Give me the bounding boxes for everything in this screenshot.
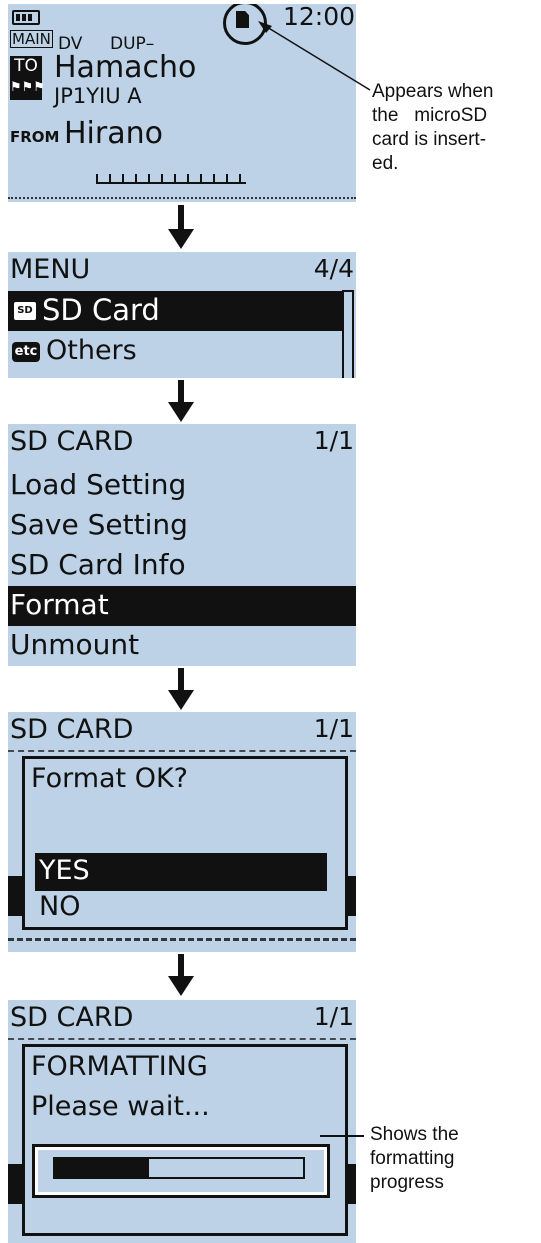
option-label: YES bbox=[39, 855, 90, 886]
menu-item-sd-card[interactable]: SD SD Card bbox=[8, 291, 342, 331]
menu-item-label: SD Card bbox=[42, 293, 160, 327]
menu-item-label: Load Setting bbox=[10, 468, 187, 501]
menu-item-unmount[interactable]: Unmount bbox=[8, 626, 356, 666]
sd-card-icon: SD bbox=[14, 302, 36, 320]
callout-line: card is insert- bbox=[372, 129, 487, 150]
screen-title: SD CARD bbox=[10, 714, 134, 745]
confirm-dialog: Format OK? YES NO bbox=[22, 756, 348, 930]
callout-pointer-top bbox=[258, 21, 371, 91]
screen-page: 1/1 bbox=[313, 426, 354, 455]
please-wait-label: Please wait... bbox=[31, 1091, 210, 1122]
screen-title: SD CARD bbox=[10, 1002, 134, 1033]
yes-option[interactable]: YES bbox=[35, 853, 327, 891]
menu-item-format[interactable]: Format bbox=[8, 586, 356, 626]
to-badge: TO bbox=[10, 56, 42, 76]
s-meter-scale bbox=[96, 174, 246, 184]
main-tag: MAIN bbox=[10, 30, 53, 48]
screen-page: 1/1 bbox=[313, 1002, 354, 1031]
menu-screen: MENU 4/4 SD SD Card etc Others bbox=[8, 252, 356, 378]
no-option[interactable]: NO bbox=[35, 891, 327, 925]
format-confirm-screen: SD CARD 1/1 Format OK? YES NO bbox=[8, 712, 356, 952]
formatting-label: FORMATTING bbox=[31, 1051, 208, 1082]
sd-card-menu-screen: SD CARD 1/1 Load Setting Save Setting SD… bbox=[8, 424, 356, 666]
to-callsign: JP1YIU A bbox=[54, 84, 142, 108]
callout-line: progress bbox=[370, 1172, 444, 1193]
option-label: NO bbox=[39, 891, 81, 922]
menu-page: 4/4 bbox=[313, 254, 354, 283]
menu-item-label: Save Setting bbox=[10, 508, 188, 541]
menu-title: MENU bbox=[10, 254, 91, 285]
to-name: Hamacho bbox=[54, 50, 197, 85]
formatting-screen: SD CARD 1/1 FORMATTING Please wait... bbox=[8, 1000, 356, 1243]
callout-line: Shows the bbox=[370, 1124, 459, 1145]
callout-line: Appears when bbox=[372, 81, 494, 102]
callout-progress: Shows the formatting progress bbox=[370, 1123, 540, 1195]
scrollbar[interactable] bbox=[342, 290, 354, 378]
callout-pointer-bottom bbox=[320, 1135, 364, 1137]
callout-line: ed. bbox=[372, 153, 399, 174]
battery-icon bbox=[12, 10, 40, 25]
menu-item-label: Others bbox=[46, 335, 137, 366]
progress-bar bbox=[53, 1157, 305, 1179]
dialog-title: Format OK? bbox=[31, 763, 189, 794]
screen-edge bbox=[8, 197, 356, 199]
callout-line: the microSD bbox=[372, 105, 488, 126]
callout-sd-appears: Appears when the microSD card is insert-… bbox=[372, 80, 541, 176]
from-label: FROM bbox=[10, 128, 60, 146]
menu-item-label: Unmount bbox=[10, 628, 140, 661]
menu-item-load-setting[interactable]: Load Setting bbox=[8, 466, 356, 506]
screen-page: 1/1 bbox=[313, 714, 354, 743]
background-list-bottom bbox=[8, 938, 356, 952]
menu-item-label: Format bbox=[10, 588, 109, 621]
menu-item-save-setting[interactable]: Save Setting bbox=[8, 506, 356, 546]
progress-fill bbox=[55, 1159, 150, 1177]
etc-icon: etc bbox=[12, 342, 40, 362]
formatting-dialog: FORMATTING Please wait... bbox=[22, 1044, 348, 1236]
callout-line: formatting bbox=[370, 1148, 455, 1169]
menu-item-sd-card-info[interactable]: SD Card Info bbox=[8, 546, 356, 586]
menu-item-label: SD Card Info bbox=[10, 548, 186, 581]
group-icon: ⚑⚑⚑ bbox=[10, 76, 45, 100]
from-name: Hirano bbox=[64, 116, 163, 151]
screen-title: SD CARD bbox=[10, 426, 134, 457]
menu-item-others[interactable]: etc Others bbox=[8, 333, 342, 373]
